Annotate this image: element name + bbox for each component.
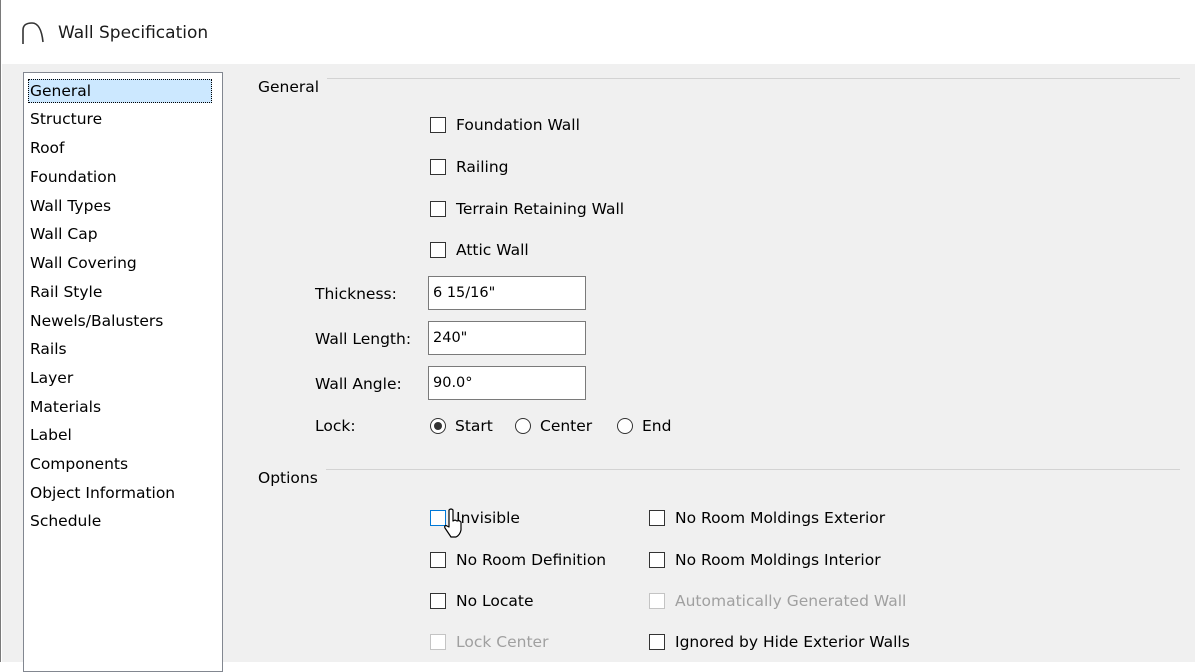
radio-label: End bbox=[642, 417, 672, 435]
mouse-pointer-icon bbox=[444, 508, 462, 538]
lock-label: Lock: bbox=[315, 417, 356, 435]
options-group-label: Options bbox=[258, 468, 326, 488]
checkbox-label: Invisible bbox=[456, 509, 520, 527]
wall-angle-input[interactable] bbox=[428, 366, 586, 400]
nav-item-wall-types[interactable]: Wall Types bbox=[28, 194, 113, 218]
checkbox-label: No Room Definition bbox=[456, 551, 607, 569]
nav-item-layer[interactable]: Layer bbox=[28, 366, 75, 390]
checkbox-box[interactable] bbox=[649, 510, 665, 526]
wall-length-label: Wall Length: bbox=[315, 330, 412, 348]
radio-circle[interactable] bbox=[515, 418, 531, 434]
checkbox-label: Ignored by Hide Exterior Walls bbox=[675, 633, 910, 651]
checkbox-box[interactable] bbox=[430, 242, 446, 258]
checkbox-box[interactable] bbox=[649, 552, 665, 568]
wall-length-input[interactable] bbox=[428, 321, 586, 355]
foundation-wall-checkbox[interactable]: Foundation Wall bbox=[430, 113, 580, 137]
checkbox-box bbox=[649, 593, 665, 609]
category-list[interactable]: General Structure Roof Foundation Wall T… bbox=[23, 72, 223, 672]
checkbox-label: Automatically Generated Wall bbox=[675, 592, 907, 610]
terrain-retaining-wall-checkbox[interactable]: Terrain Retaining Wall bbox=[430, 197, 624, 221]
nav-item-structure[interactable]: Structure bbox=[28, 107, 104, 131]
dialog-window: Wall Specification General Structure Roo… bbox=[0, 0, 1195, 672]
nav-item-components[interactable]: Components bbox=[28, 452, 130, 476]
checkbox-label: Lock Center bbox=[456, 633, 549, 651]
title-bar[interactable]: Wall Specification bbox=[2, 0, 1195, 64]
nav-item-foundation[interactable]: Foundation bbox=[28, 165, 119, 189]
thickness-input[interactable] bbox=[428, 276, 586, 310]
radio-label: Start bbox=[455, 417, 493, 435]
checkbox-label: Foundation Wall bbox=[456, 116, 580, 134]
checkbox-box[interactable] bbox=[430, 159, 446, 175]
checkbox-box[interactable] bbox=[430, 201, 446, 217]
nav-item-wall-covering[interactable]: Wall Covering bbox=[28, 251, 139, 275]
checkbox-label: Railing bbox=[456, 158, 509, 176]
options-group-divider bbox=[258, 469, 1180, 470]
no-room-definition-checkbox[interactable]: No Room Definition bbox=[430, 548, 606, 572]
lock-center-radio[interactable]: Center bbox=[515, 414, 592, 438]
checkbox-label: No Room Moldings Interior bbox=[675, 551, 881, 569]
general-group-divider bbox=[258, 78, 1180, 79]
nav-item-object-information[interactable]: Object Information bbox=[28, 481, 177, 505]
attic-wall-checkbox[interactable]: Attic Wall bbox=[430, 238, 529, 262]
checkbox-box[interactable] bbox=[649, 634, 665, 650]
lock-start-radio[interactable]: Start bbox=[430, 414, 493, 438]
window-title: Wall Specification bbox=[58, 23, 209, 43]
lock-end-radio[interactable]: End bbox=[617, 414, 671, 438]
wall-angle-label: Wall Angle: bbox=[315, 375, 402, 393]
nav-item-roof[interactable]: Roof bbox=[28, 136, 67, 160]
ignored-by-hide-exterior-walls-checkbox[interactable]: Ignored by Hide Exterior Walls bbox=[649, 630, 910, 654]
checkbox-label: Attic Wall bbox=[456, 241, 529, 259]
general-group-label: General bbox=[258, 77, 328, 97]
nav-item-rails[interactable]: Rails bbox=[28, 337, 69, 361]
nav-item-newels-balusters[interactable]: Newels/Balusters bbox=[28, 309, 165, 333]
thickness-label: Thickness: bbox=[315, 285, 397, 303]
checkbox-label: No Room Moldings Exterior bbox=[675, 509, 886, 527]
wall-arc-icon bbox=[22, 22, 44, 44]
automatically-generated-wall-checkbox: Automatically Generated Wall bbox=[649, 589, 906, 613]
nav-item-general[interactable]: General bbox=[28, 79, 212, 103]
no-locate-checkbox[interactable]: No Locate bbox=[430, 589, 534, 613]
radio-circle[interactable] bbox=[430, 418, 446, 434]
lock-center-checkbox: Lock Center bbox=[430, 630, 548, 654]
dialog-client-area: General Structure Roof Foundation Wall T… bbox=[2, 64, 1195, 672]
radio-circle[interactable] bbox=[617, 418, 633, 434]
nav-item-label[interactable]: Label bbox=[28, 423, 74, 447]
checkbox-label: Terrain Retaining Wall bbox=[456, 200, 625, 218]
radio-label: Center bbox=[540, 417, 593, 435]
nav-item-materials[interactable]: Materials bbox=[28, 395, 103, 419]
nav-item-rail-style[interactable]: Rail Style bbox=[28, 280, 104, 304]
checkbox-label: No Locate bbox=[456, 592, 534, 610]
nav-item-wall-cap[interactable]: Wall Cap bbox=[28, 222, 100, 246]
no-room-moldings-interior-checkbox[interactable]: No Room Moldings Interior bbox=[649, 548, 881, 572]
railing-checkbox[interactable]: Railing bbox=[430, 155, 509, 179]
checkbox-box[interactable] bbox=[430, 552, 446, 568]
no-room-moldings-exterior-checkbox[interactable]: No Room Moldings Exterior bbox=[649, 506, 885, 530]
checkbox-box[interactable] bbox=[430, 593, 446, 609]
nav-item-schedule[interactable]: Schedule bbox=[28, 509, 103, 533]
checkbox-box bbox=[430, 634, 446, 650]
checkbox-box[interactable] bbox=[430, 117, 446, 133]
